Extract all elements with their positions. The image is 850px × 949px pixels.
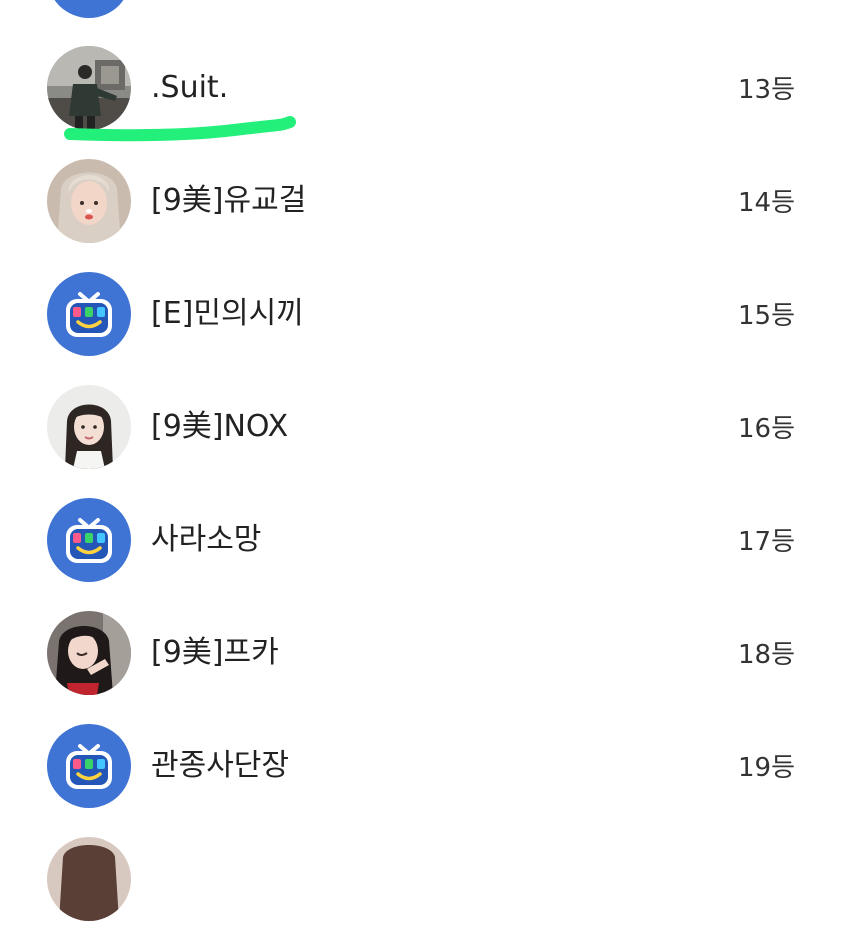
user-nickname: [E]민의시끼	[151, 296, 304, 331]
user-nickname: [9美]NOX	[151, 409, 289, 444]
user-nickname: [9美]프카	[151, 635, 279, 670]
user-photo-avatar[interactable]	[47, 159, 131, 243]
ranking-row[interactable]: 관종사단장 19등	[0, 724, 850, 836]
user-photo-avatar[interactable]	[47, 611, 131, 695]
user-nickname: [9美]유교걸	[151, 183, 307, 218]
tv-default-avatar-icon[interactable]	[47, 272, 131, 356]
user-photo-avatar[interactable]	[47, 385, 131, 469]
rank-label: 14등	[737, 188, 795, 218]
rank-label: 13등	[737, 75, 795, 105]
ranking-row[interactable]: [E]민의시끼 15등	[0, 272, 850, 384]
rank-label: 16등	[737, 414, 795, 444]
user-nickname: .Suit.	[151, 70, 229, 105]
user-nickname: 관종사단장	[151, 748, 289, 783]
rank-label: 18등	[737, 640, 795, 670]
tv-default-avatar-icon	[47, 0, 131, 18]
ranking-list: .Suit. 13등 [9美]유교걸 14등 [E]민의시끼 15등 [9美]N…	[0, 0, 850, 921]
ranking-row[interactable]	[0, 0, 850, 46]
rank-label: 15등	[737, 301, 795, 331]
tv-default-avatar-icon[interactable]	[47, 724, 131, 808]
user-nickname: 사라소망	[151, 522, 262, 557]
rank-label: 17등	[737, 527, 795, 557]
user-photo-avatar[interactable]	[47, 837, 131, 921]
tv-default-avatar-icon[interactable]	[47, 498, 131, 582]
ranking-row[interactable]: 사라소망 17등	[0, 498, 850, 610]
highlight-marker	[64, 112, 304, 142]
ranking-row[interactable]: [9美]유교걸 14등	[0, 159, 850, 271]
rank-label: 19등	[737, 753, 795, 783]
ranking-row[interactable]: [9美]NOX 16등	[0, 385, 850, 497]
ranking-row[interactable]: [9美]프카 18등	[0, 611, 850, 723]
